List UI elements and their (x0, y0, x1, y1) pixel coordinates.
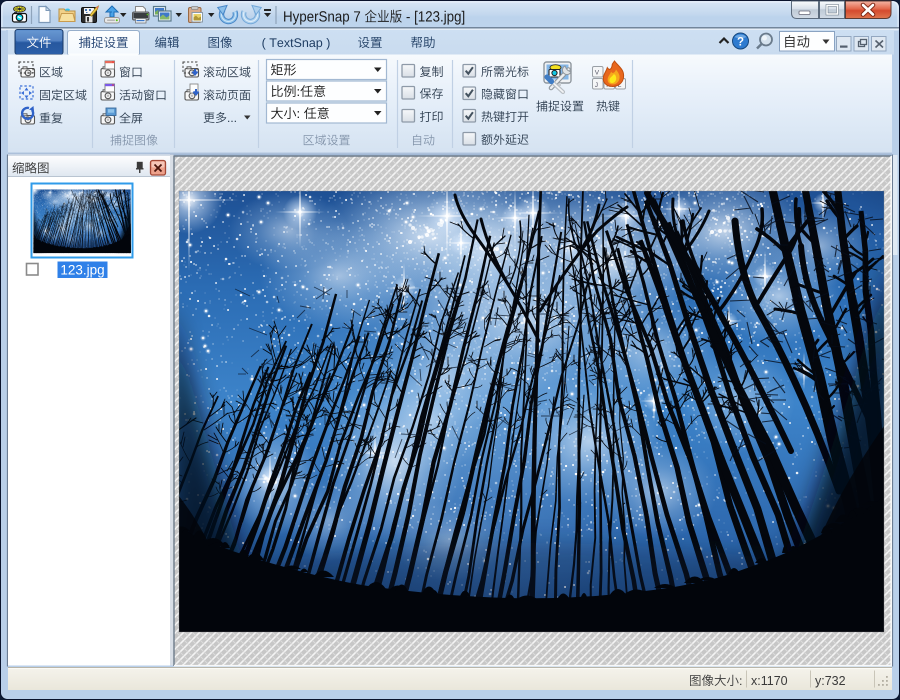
svg-text:V: V (595, 70, 600, 77)
svg-text:123.jpg: 123.jpg (60, 263, 104, 278)
svg-text:?: ? (737, 37, 744, 49)
svg-text:x:1170: x:1170 (751, 674, 788, 688)
svg-text:y:732: y:732 (815, 674, 846, 688)
svg-text:J: J (595, 82, 598, 89)
